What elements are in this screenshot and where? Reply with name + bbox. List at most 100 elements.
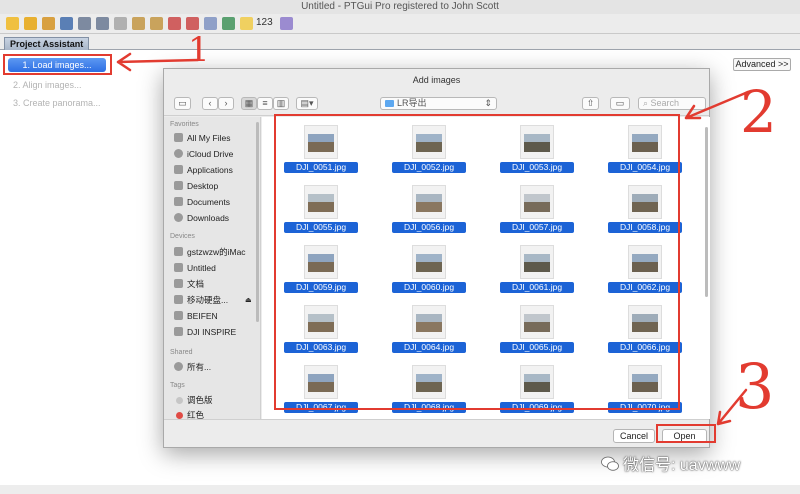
tag-icon[interactable] [280,17,293,30]
sidebar-item-label: Applications [187,165,233,175]
sidebar-item-docs-cn[interactable]: 文档 [174,278,259,291]
sidebar-item-downloads[interactable]: Downloads [174,212,259,225]
watermark: 微信号: uavwww [601,451,741,474]
back-button[interactable]: ‹ [202,97,218,110]
annotation-arrow-1 [116,52,200,72]
arrange-icon[interactable]: ▤▾ [296,97,318,110]
gray-tag-icon [176,397,183,404]
sidebar-item-desktop[interactable]: Desktop [174,180,259,193]
search-icon: ⌕ [643,98,651,108]
sidebar-item-label: Documents [187,197,230,207]
sidebar-item-label: 所有... [187,362,212,372]
sidebar-item-dji-inspire[interactable]: DJI INSPIRE [174,326,259,339]
annotation-box-2 [274,114,680,410]
dialog-footer: Cancel Open [164,419,709,449]
list-view-icon[interactable]: ≡ [257,97,273,110]
window-title: Untitled - PTGui Pro registered to John … [0,0,800,14]
sidebar-item-label: Desktop [187,181,219,191]
sidebar-item-label: 文档 [187,279,205,289]
disk-icon [174,263,183,272]
sidebar-item-label: Untitled [187,263,216,273]
location-label: LR导出 [397,98,427,108]
sidebar-item-label: 红色 [187,410,205,419]
document-icon [174,197,183,206]
sidebar-item-tag-red[interactable]: 红色 [174,409,259,419]
sidebar-item-label: All My Files [187,133,231,143]
sidebar-item-label: gstzwzw的iMac [187,247,246,257]
annotation-arrow-2 [684,90,750,120]
chevron-updown-icon: ⇕ [484,98,492,108]
wechat-icon [601,456,619,471]
computer-icon [174,247,183,256]
eject-icon[interactable]: ⏏ [245,294,252,307]
sidebar-item-label: 移动硬盘... [187,295,229,305]
shared-heading: Shared [170,349,193,356]
desktop-icon [174,181,183,190]
sidebar-item-label: DJI INSPIRE [187,327,237,337]
numeric-transform-text[interactable]: 123 [256,17,273,28]
panorama-editor-icon[interactable] [204,17,217,30]
disk-icon [174,279,183,288]
sidebar-item-applications[interactable]: Applications [174,164,259,177]
sidebar-item-documents[interactable]: Documents [174,196,259,209]
open-project-icon[interactable] [24,17,37,30]
sidebar-item-beifen[interactable]: BEIFEN [174,310,259,323]
sidebar-item-label: BEIFEN [187,311,218,321]
advanced-button[interactable]: Advanced >> [733,58,791,71]
sidebar-item-external-drive[interactable]: 移动硬盘... ⏏ [174,294,259,307]
undo-icon[interactable] [78,17,91,30]
favorites-heading: Favorites [170,121,199,128]
search-placeholder: Search [650,98,680,108]
share-icon[interactable]: ⇧ [582,97,599,110]
red-tag-icon [176,412,183,419]
align-images-button[interactable]: 2. Align images... [13,80,82,90]
annotation-box-3 [656,424,716,443]
previous-icon[interactable] [168,17,181,30]
files-scrollbar[interactable] [705,127,708,297]
new-project-icon[interactable] [6,17,19,30]
annotation-box-1 [3,54,112,75]
main-toolbar: 123 [0,14,800,34]
sidebar-item-imac[interactable]: gstzwzw的iMac [174,246,259,259]
control-points-icon[interactable] [114,17,127,30]
dialog-title: Add images [412,75,461,85]
save-icon[interactable] [60,17,73,30]
location-select[interactable]: LR导出 ⇕ [380,97,497,110]
watermark-text: 微信号: uavwww [623,457,741,474]
table-icon[interactable] [222,17,235,30]
disk-icon [174,311,183,320]
tags-heading: Tags [170,382,185,389]
next-icon[interactable] [186,17,199,30]
tab-project-assistant[interactable]: Project Assistant [4,37,90,50]
create-panorama-button[interactable]: 3. Create panorama... [13,98,101,108]
devices-heading: Devices [170,233,195,240]
redo-icon[interactable] [96,17,109,30]
annotation-arrow-3 [716,388,748,426]
sidebar-item-untitled[interactable]: Untitled [174,262,259,275]
applications-icon [174,165,183,174]
disk-icon [174,295,183,304]
tab-bar: Project Assistant [0,34,800,50]
light-icon[interactable] [240,17,253,30]
load-images-icon[interactable] [42,17,55,30]
sidebar-item-tag-palette[interactable]: 调色版 [174,394,259,407]
status-bar [0,485,800,494]
cloud-icon [174,149,183,158]
icon-view-icon[interactable]: ▦ [241,97,257,110]
sidebar-item-icloud-drive[interactable]: iCloud Drive [174,148,259,161]
disk-icon [174,327,183,336]
column-view-icon[interactable]: ▥ [273,97,289,110]
sidebar-scrollbar[interactable] [256,122,259,322]
forward-button[interactable]: › [218,97,234,110]
cancel-button[interactable]: Cancel [613,429,655,443]
sidebar-item-label: iCloud Drive [187,149,234,159]
zoom-in-icon[interactable] [132,17,145,30]
sidebar-toggle-icon[interactable]: ▭ [174,97,191,110]
sidebar-item-all-my-files[interactable]: All My Files [174,132,259,145]
dialog-toolbar: ▭ ‹ › ▦ ≡ ▥ ▤▾ LR导出 ⇕ ⇧ ▭ ⌕ Search [164,91,709,116]
sidebar-item-shared-all[interactable]: 所有... [174,361,259,374]
folder-icon [385,100,394,107]
zoom-out-icon[interactable] [150,17,163,30]
tag-button[interactable]: ▭ [610,97,630,110]
files-icon [174,133,183,142]
